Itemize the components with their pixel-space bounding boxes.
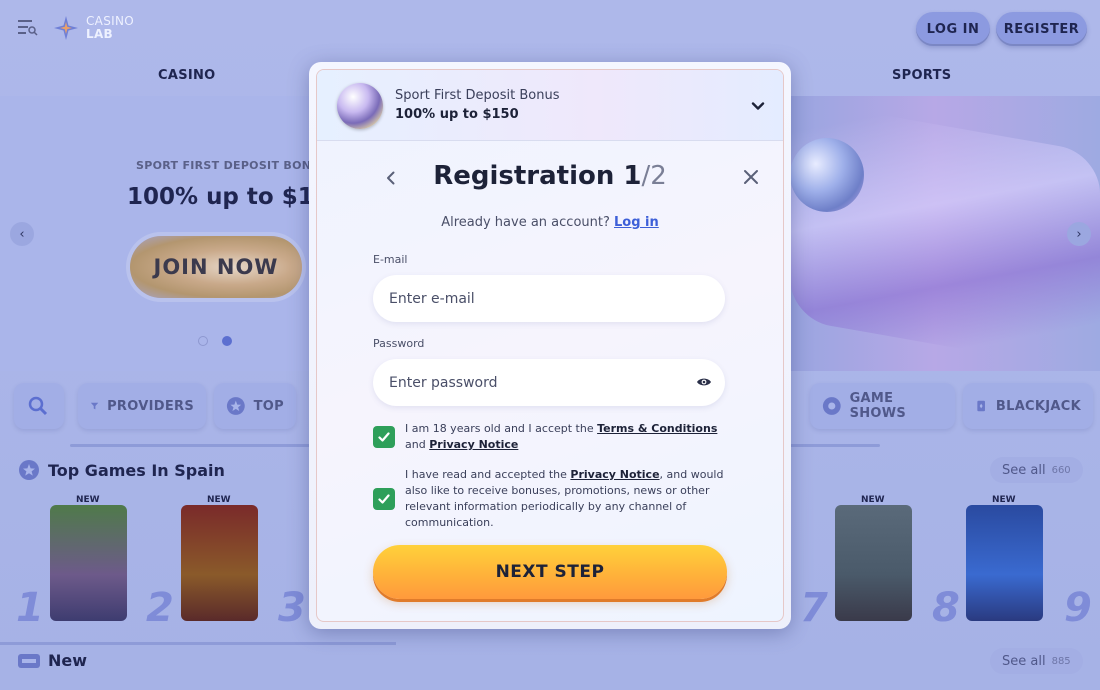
tab-sports[interactable]: SPORTS xyxy=(892,68,951,83)
casino-lab-logo[interactable]: CASINO LAB xyxy=(52,14,134,42)
game-shows-icon xyxy=(822,397,841,415)
carousel-dots xyxy=(198,336,232,346)
logo-line-2: LAB xyxy=(86,27,113,41)
blackjack-filter[interactable]: BLACKJACK xyxy=(963,383,1093,429)
email-label: E-mail xyxy=(373,253,408,266)
new-badge: NEW xyxy=(207,495,231,505)
consent2-text: I have read and accepted the xyxy=(405,468,567,481)
funnel-icon xyxy=(90,402,99,410)
rank-number: 9 xyxy=(1064,585,1092,631)
providers-filter[interactable]: PROVIDERS xyxy=(78,383,206,429)
top-filter[interactable]: TOP xyxy=(214,383,296,429)
see-all-count: 885 xyxy=(1051,655,1071,667)
top-games-title: Top Games In Spain xyxy=(48,460,225,480)
hero-subtitle: SPORT FIRST DEPOSIT BONUS xyxy=(136,159,329,172)
close-icon[interactable] xyxy=(742,168,760,186)
privacy-link[interactable]: Privacy Notice xyxy=(570,468,659,481)
top-games-heading: Top Games In Spain xyxy=(18,459,225,481)
filters-scrollbar[interactable] xyxy=(70,444,310,447)
checkmark-icon xyxy=(378,432,390,442)
password-label: Password xyxy=(373,337,425,350)
hero-ball-image xyxy=(790,138,864,212)
registration-modal-body: Sport First Deposit Bonus 100% up to $15… xyxy=(316,69,784,622)
join-now-button[interactable]: JOIN NOW xyxy=(130,236,302,298)
eye-icon[interactable] xyxy=(696,376,712,388)
search-filter-button[interactable] xyxy=(14,383,64,429)
registration-title: Registration 1/2 xyxy=(317,161,783,191)
checkmark-icon xyxy=(378,494,390,504)
game-tile-thunderline-express[interactable]: NEW xyxy=(966,495,1043,621)
providers-label: PROVIDERS xyxy=(107,398,194,414)
game-tile-cash-connection[interactable]: NEW xyxy=(181,495,258,621)
consent1-text: I am 18 years old and I accept the xyxy=(405,422,594,435)
game-shows-filter[interactable]: GAME SHOWS xyxy=(810,383,955,429)
new-badge: NEW xyxy=(992,495,1016,505)
hero-next-arrow[interactable]: › xyxy=(1067,222,1091,246)
new-badge: NEW xyxy=(861,495,885,505)
consent1-and: and xyxy=(405,438,426,451)
top-games-scrollbar[interactable] xyxy=(0,642,396,645)
login-prompt: Already have an account? Log in xyxy=(317,215,783,230)
see-all-count: 660 xyxy=(1051,464,1071,476)
new-games-see-all[interactable]: See all 885 xyxy=(990,648,1083,674)
title-main: Registration 1 xyxy=(433,161,642,191)
carousel-dot[interactable] xyxy=(198,336,208,346)
rank-number: 1 xyxy=(16,585,44,631)
top-star-icon xyxy=(226,397,245,415)
filters-scrollbar-right xyxy=(790,444,880,447)
logo-star-icon xyxy=(54,16,78,40)
site-header: CASINO LAB LOG IN REGISTER xyxy=(0,0,1100,58)
email-field[interactable] xyxy=(373,275,725,322)
bonus-amount: 100% up to $150 xyxy=(395,107,519,122)
bonus-name: Sport First Deposit Bonus xyxy=(395,88,560,103)
top-games-star-icon xyxy=(19,460,39,480)
registration-modal: Sport First Deposit Bonus 100% up to $15… xyxy=(309,62,791,629)
chevron-down-icon[interactable] xyxy=(750,98,766,114)
blackjack-label: BLACKJACK xyxy=(995,398,1081,414)
login-button[interactable]: LOG IN xyxy=(916,12,990,46)
bonus-selector[interactable]: Sport First Deposit Bonus 100% up to $15… xyxy=(317,70,783,141)
rank-number: 3 xyxy=(278,585,306,631)
carousel-dot-active[interactable] xyxy=(222,336,232,346)
new-badge: NEW xyxy=(76,495,100,505)
marketing-consent-text: I have read and accepted the Privacy Not… xyxy=(405,467,735,531)
top-label: TOP xyxy=(253,398,284,414)
sport-ball-icon xyxy=(337,83,383,129)
cards-icon xyxy=(977,400,985,412)
hero-prev-arrow[interactable]: ‹ xyxy=(10,222,34,246)
title-total-steps: 2 xyxy=(650,161,667,191)
search-icon xyxy=(28,396,48,416)
new-games-heading: New xyxy=(18,651,87,670)
rank-number: 7 xyxy=(800,585,828,631)
login-link[interactable]: Log in xyxy=(614,215,659,230)
new-tag-icon xyxy=(18,653,40,668)
chevron-right-icon: › xyxy=(1076,226,1082,242)
game-tile-crack-the-piggy-bank[interactable]: NEW xyxy=(50,495,127,621)
already-text: Already have an account? xyxy=(441,215,610,230)
rank-number: 8 xyxy=(932,585,960,631)
game-tile-imperial-express[interactable]: NEW xyxy=(835,495,912,621)
title-separator: / xyxy=(641,161,651,191)
tab-casino[interactable]: CASINO xyxy=(158,68,216,83)
rank-number: 2 xyxy=(146,585,174,631)
next-step-button[interactable]: NEXT STEP xyxy=(373,545,727,599)
register-button[interactable]: REGISTER xyxy=(996,12,1087,46)
chevron-left-icon: ‹ xyxy=(19,226,25,242)
terms-link[interactable]: Terms & Conditions xyxy=(597,422,717,435)
age-terms-checkbox[interactable] xyxy=(373,426,395,448)
marketing-consent-checkbox[interactable] xyxy=(373,488,395,510)
see-all-label: See all xyxy=(1002,653,1046,669)
menu-search-icon[interactable] xyxy=(18,18,38,36)
game-shows-label: GAME SHOWS xyxy=(849,391,907,421)
new-games-title: New xyxy=(48,651,88,670)
age-terms-text: I am 18 years old and I accept the Terms… xyxy=(405,421,735,453)
privacy-link[interactable]: Privacy Notice xyxy=(429,438,518,451)
see-all-label: See all xyxy=(1002,462,1046,478)
password-field[interactable] xyxy=(373,359,725,406)
top-games-see-all[interactable]: See all 660 xyxy=(990,457,1083,483)
